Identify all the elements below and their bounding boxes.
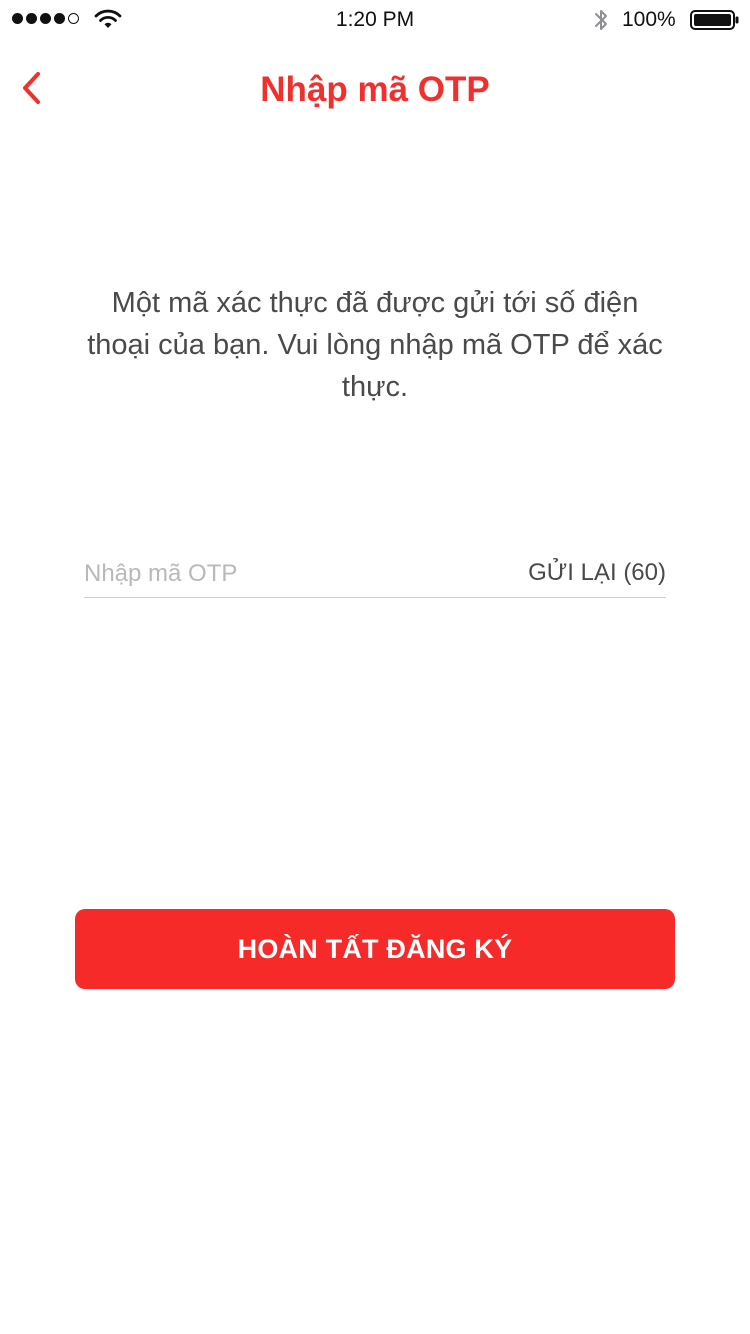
battery-percent: 100% xyxy=(622,8,676,31)
complete-registration-button[interactable]: HOÀN TẤT ĐĂNG KÝ xyxy=(75,909,675,989)
otp-screen: 1:20 PM 100% Nhập mã OTP Một mã xác thực… xyxy=(0,0,750,1334)
bluetooth-icon xyxy=(595,10,607,30)
resend-otp-button[interactable]: GỬI LẠI (60) xyxy=(528,559,666,587)
otp-instructions: Một mã xác thực đã được gửi tới số điện … xyxy=(87,287,663,403)
otp-input[interactable] xyxy=(84,556,494,592)
status-bar: 1:20 PM 100% xyxy=(0,0,750,40)
battery-icon xyxy=(690,10,739,30)
page-title: Nhập mã OTP xyxy=(260,70,490,109)
otp-input-row: GỬI LẠI (60) xyxy=(84,556,666,598)
